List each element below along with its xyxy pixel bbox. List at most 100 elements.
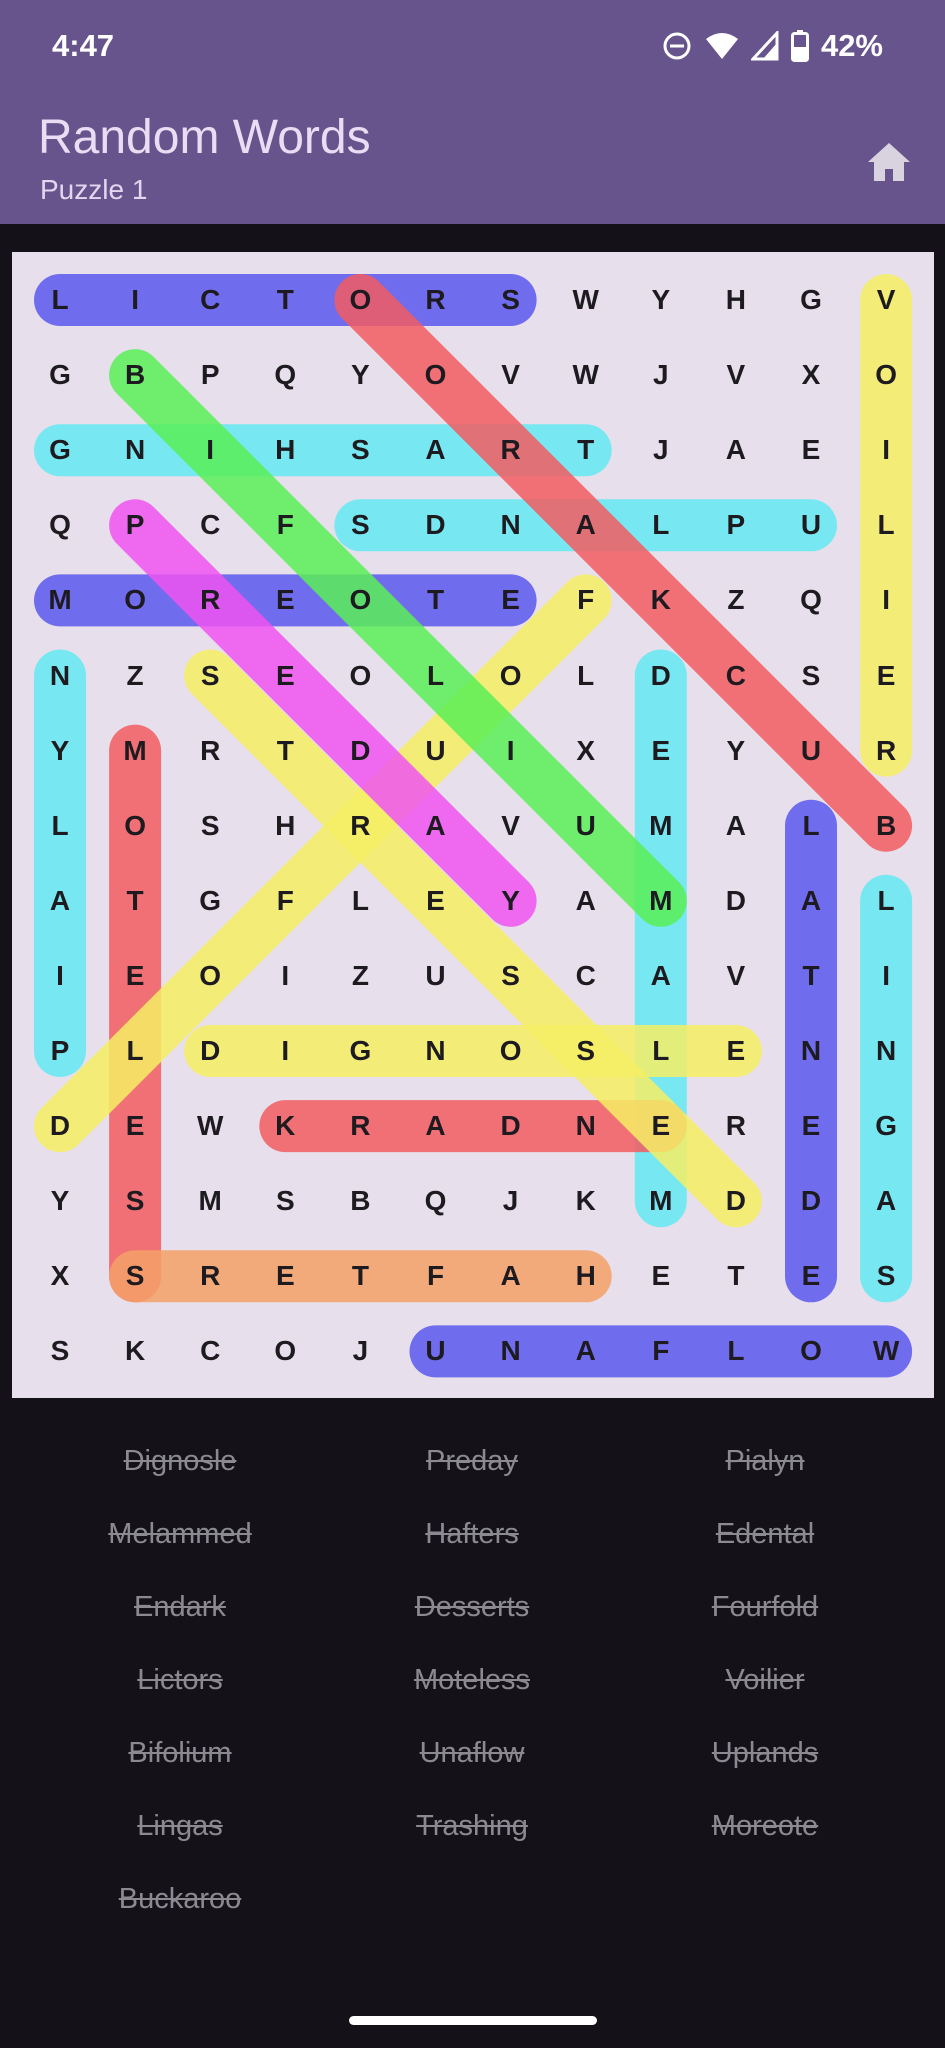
grid-cell[interactable]: Z [98,638,173,713]
grid-cell[interactable]: K [98,1314,173,1389]
grid-cell[interactable]: V [849,263,924,338]
grid-cell[interactable]: R [698,1089,773,1164]
grid-cell[interactable]: N [98,413,173,488]
grid-cell[interactable]: B [323,1164,398,1239]
grid-cell[interactable]: L [849,863,924,938]
grid-cell[interactable]: D [698,863,773,938]
grid-cell[interactable]: Q [23,488,98,563]
grid-cell[interactable]: I [98,263,173,338]
grid-cell[interactable]: J [623,338,698,413]
grid-cell[interactable]: T [248,263,323,338]
grid-cell[interactable]: O [849,338,924,413]
grid-cell[interactable]: C [548,938,623,1013]
grid-cell[interactable]: L [623,488,698,563]
puzzle-board[interactable]: LICTORSWYHGVGBPQYOVWJVXOGNIHSARTJAEIQPCF… [12,252,934,1398]
grid-cell[interactable]: U [548,788,623,863]
grid-cell[interactable]: D [623,638,698,713]
grid-cell[interactable]: E [98,1089,173,1164]
grid-cell[interactable]: H [548,1239,623,1314]
grid-cell[interactable]: T [698,1239,773,1314]
grid-cell[interactable]: R [473,413,548,488]
grid-cell[interactable]: A [548,488,623,563]
grid-cell[interactable]: J [473,1164,548,1239]
grid-cell[interactable]: W [173,1089,248,1164]
grid-cell[interactable]: U [774,488,849,563]
grid-cell[interactable]: E [473,563,548,638]
grid-cell[interactable]: E [398,863,473,938]
grid-cell[interactable]: G [23,338,98,413]
grid-cell[interactable]: L [98,1014,173,1089]
grid-cell[interactable]: Q [248,338,323,413]
grid-cell[interactable]: A [398,413,473,488]
grid-cell[interactable]: L [398,638,473,713]
grid-cell[interactable]: N [398,1014,473,1089]
grid-cell[interactable]: C [698,638,773,713]
grid-cell[interactable]: I [849,413,924,488]
grid-cell[interactable]: E [623,1089,698,1164]
grid-cell[interactable]: E [98,938,173,1013]
grid-cell[interactable]: A [774,863,849,938]
grid-cell[interactable]: E [248,1239,323,1314]
grid-cell[interactable]: O [398,338,473,413]
grid-cell[interactable]: R [323,1089,398,1164]
grid-cell[interactable]: T [774,938,849,1013]
grid-cell[interactable]: O [473,1014,548,1089]
grid-cell[interactable]: S [774,638,849,713]
grid-cell[interactable]: P [98,488,173,563]
grid-cell[interactable]: E [849,638,924,713]
grid-cell[interactable]: D [473,1089,548,1164]
grid-cell[interactable]: S [248,1164,323,1239]
grid-cell[interactable]: D [173,1014,248,1089]
grid-cell[interactable]: A [548,863,623,938]
grid-cell[interactable]: M [623,1164,698,1239]
grid-cell[interactable]: S [473,938,548,1013]
grid-cell[interactable]: A [23,863,98,938]
grid-cell[interactable]: L [323,863,398,938]
grid-cell[interactable]: D [323,713,398,788]
grid-cell[interactable]: M [173,1164,248,1239]
grid-cell[interactable]: V [698,938,773,1013]
grid-cell[interactable]: S [98,1164,173,1239]
grid-cell[interactable]: E [698,1014,773,1089]
grid-cell[interactable]: E [248,563,323,638]
grid-cell[interactable]: U [774,713,849,788]
grid-cell[interactable]: S [323,488,398,563]
grid-cell[interactable]: C [173,488,248,563]
grid-cell[interactable]: N [849,1014,924,1089]
grid-cell[interactable]: L [23,263,98,338]
grid-cell[interactable]: F [548,563,623,638]
grid-cell[interactable]: B [98,338,173,413]
grid-cell[interactable]: Q [398,1164,473,1239]
grid-cell[interactable]: S [473,263,548,338]
grid-cell[interactable]: E [774,1239,849,1314]
grid-cell[interactable]: L [23,788,98,863]
grid-cell[interactable]: J [323,1314,398,1389]
grid-cell[interactable]: N [473,1314,548,1389]
grid-cell[interactable]: S [173,788,248,863]
grid-cell[interactable]: R [323,788,398,863]
grid-cell[interactable]: P [173,338,248,413]
grid-cell[interactable]: E [774,1089,849,1164]
grid-cell[interactable]: L [623,1014,698,1089]
grid-cell[interactable]: D [774,1164,849,1239]
grid-cell[interactable]: E [623,1239,698,1314]
grid-cell[interactable]: P [698,488,773,563]
grid-cell[interactable]: M [623,863,698,938]
grid-cell[interactable]: R [173,713,248,788]
grid-cell[interactable]: H [698,263,773,338]
grid-cell[interactable]: O [173,938,248,1013]
grid-cell[interactable]: A [398,1089,473,1164]
grid-cell[interactable]: W [548,263,623,338]
grid-cell[interactable]: O [98,563,173,638]
gesture-home-indicator[interactable] [349,2016,597,2025]
grid-cell[interactable]: Z [698,563,773,638]
grid-cell[interactable]: F [248,863,323,938]
grid-cell[interactable]: C [173,1314,248,1389]
grid-cell[interactable]: S [323,413,398,488]
grid-cell[interactable]: Y [23,713,98,788]
grid-cell[interactable]: Y [623,263,698,338]
grid-cell[interactable]: S [98,1239,173,1314]
grid-cell[interactable]: N [774,1014,849,1089]
grid-cell[interactable]: D [698,1164,773,1239]
grid-cell[interactable]: Y [23,1164,98,1239]
